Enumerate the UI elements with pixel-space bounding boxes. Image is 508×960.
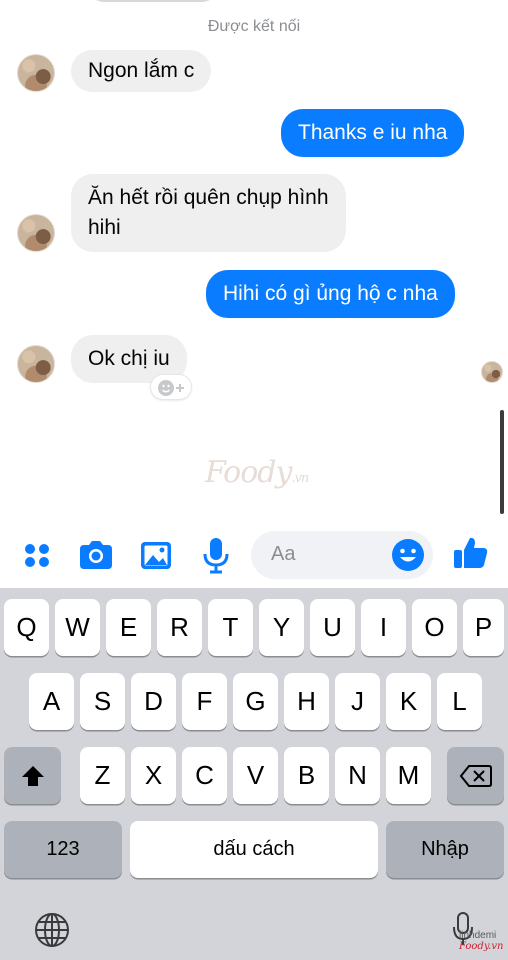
foody-watermark: Foody.vn	[205, 455, 309, 490]
message-input[interactable]: Aa	[251, 531, 433, 579]
key-i[interactable]: I	[361, 599, 406, 656]
key-t[interactable]: T	[208, 599, 253, 656]
key-j[interactable]: J	[335, 673, 380, 730]
contact-avatar[interactable]	[17, 54, 55, 92]
scrollbar[interactable]	[500, 410, 504, 514]
seen-avatar	[481, 361, 503, 383]
image-icon[interactable]	[136, 535, 176, 575]
chat-thread: Được kết nối Ngon lắm c Thanks e iu nha …	[0, 0, 508, 525]
backspace-icon	[459, 765, 492, 787]
message-text: Hihi có gì ủng hộ c nha	[223, 282, 438, 305]
previous-message-edge	[88, 0, 218, 2]
message-text: Ok chị iu	[88, 347, 170, 370]
key-k[interactable]: K	[386, 673, 431, 730]
message-text: Thanks e iu nha	[298, 121, 448, 144]
camera-icon[interactable]	[76, 535, 116, 575]
message-text-line: hihi	[88, 216, 121, 239]
shift-icon	[21, 766, 44, 786]
key-y[interactable]: Y	[259, 599, 304, 656]
add-reaction-button[interactable]	[150, 374, 192, 400]
key-u[interactable]: U	[310, 599, 355, 656]
key-r[interactable]: R	[157, 599, 202, 656]
keyboard: Q W E R T Y U I O P A S D F G H J K L Z …	[0, 588, 508, 960]
key-g[interactable]: G	[233, 673, 278, 730]
message-bubble-outgoing[interactable]: Thanks e iu nha	[281, 109, 465, 157]
numbers-key[interactable]: 123	[4, 821, 122, 878]
key-q[interactable]: Q	[4, 599, 49, 656]
key-l[interactable]: L	[437, 673, 482, 730]
key-d[interactable]: D	[131, 673, 176, 730]
message-composer: Aa	[0, 525, 508, 588]
key-x[interactable]: X	[131, 747, 176, 804]
key-h[interactable]: H	[284, 673, 329, 730]
key-f[interactable]: F	[182, 673, 227, 730]
key-e[interactable]: E	[106, 599, 151, 656]
key-a[interactable]: A	[29, 673, 74, 730]
key-z[interactable]: Z	[80, 747, 125, 804]
key-m[interactable]: M	[386, 747, 431, 804]
microphone-icon[interactable]	[196, 535, 236, 575]
key-s[interactable]: S	[80, 673, 125, 730]
add-reaction-icon	[158, 380, 184, 396]
emoji-icon[interactable]	[390, 537, 426, 573]
connection-status: Được kết nối	[207, 18, 301, 35]
return-key[interactable]: Nhập	[386, 821, 504, 878]
contact-avatar[interactable]	[17, 345, 55, 383]
globe-icon[interactable]	[33, 911, 71, 949]
contact-avatar[interactable]	[17, 214, 55, 252]
thumbs-up-icon[interactable]	[450, 533, 490, 573]
key-b[interactable]: B	[284, 747, 329, 804]
key-c[interactable]: C	[182, 747, 227, 804]
message-text: Ngon lắm c	[88, 59, 195, 82]
corner-watermark: linhdemi Foody.vn	[459, 930, 504, 952]
backspace-key[interactable]	[447, 747, 504, 804]
message-input-placeholder: Aa	[271, 543, 296, 565]
key-n[interactable]: N	[335, 747, 380, 804]
space-key[interactable]: dấu cách	[130, 821, 378, 878]
message-bubble-incoming[interactable]: Ngon lắm c	[71, 50, 212, 92]
key-w[interactable]: W	[55, 599, 100, 656]
message-bubble-outgoing[interactable]: Hihi có gì ủng hộ c nha	[206, 270, 455, 318]
shift-key[interactable]	[4, 747, 61, 804]
message-text-line: Ăn hết rồi quên chụp hình	[88, 186, 329, 209]
key-o[interactable]: O	[412, 599, 457, 656]
message-bubble-incoming[interactable]: Ăn hết rồi quên chụp hình hihi	[71, 174, 346, 252]
apps-icon[interactable]	[17, 535, 57, 575]
key-v[interactable]: V	[233, 747, 278, 804]
key-p[interactable]: P	[463, 599, 504, 656]
